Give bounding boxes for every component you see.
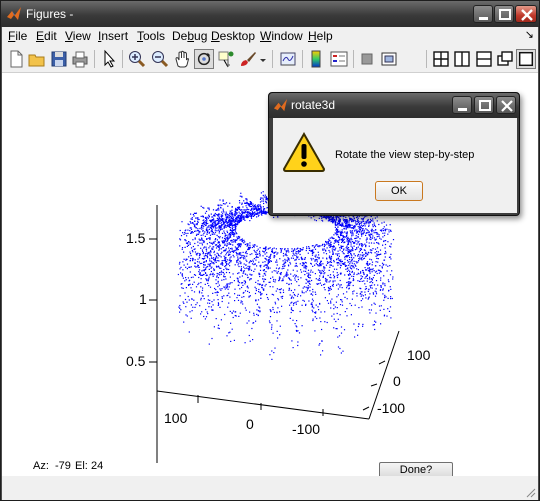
dialog-maximize-button[interactable] <box>474 96 494 114</box>
data-cursor-icon[interactable] <box>216 49 236 69</box>
rotate-3d-button[interactable] <box>194 49 214 69</box>
dialog-titlebar[interactable]: rotate3d <box>269 93 519 118</box>
brush-dropdown-icon[interactable] <box>258 49 268 69</box>
menu-file[interactable]: File <box>8 29 27 43</box>
close-button[interactable] <box>515 5 537 23</box>
menu-bar: File Edit View Insert Tools Debug Deskto… <box>2 27 538 45</box>
dialog-body: Rotate the view step-by-step OK <box>273 118 517 213</box>
hide-plot-tools-icon[interactable] <box>357 49 377 69</box>
menu-insert[interactable]: Insert <box>98 29 128 43</box>
y-tick-label: -100 <box>377 400 406 416</box>
figure-bottom-bar <box>2 476 538 500</box>
matlab-logo-icon <box>7 7 21 20</box>
minimize-icon <box>458 108 467 111</box>
menu-edit[interactable]: Edit <box>36 29 57 43</box>
warning-icon <box>282 132 326 172</box>
azimuth-value: -79 <box>55 460 71 472</box>
elevation-label: El: <box>75 460 88 472</box>
pan-hand-icon[interactable] <box>172 49 192 69</box>
elevation-value: 24 <box>91 460 104 472</box>
maximize-icon <box>499 9 511 20</box>
maximize-icon <box>479 100 491 111</box>
float-windows-icon[interactable] <box>495 49 515 69</box>
figure-toolbar <box>2 45 538 73</box>
x-tick-label: 100 <box>164 410 188 426</box>
y-tick-label: 100 <box>407 347 431 363</box>
toolbar-separator <box>122 50 123 68</box>
dock-icon <box>518 51 534 67</box>
legend-icon[interactable] <box>329 49 349 69</box>
toolbar-separator <box>426 50 427 68</box>
brush-icon[interactable] <box>238 49 258 69</box>
toolbar-separator <box>302 50 303 68</box>
save-icon[interactable] <box>49 49 69 69</box>
toolbar-separator <box>353 50 354 68</box>
open-file-icon[interactable] <box>27 49 47 69</box>
zoom-in-icon[interactable] <box>127 49 147 69</box>
z-tick-label: 0.5 <box>126 353 146 369</box>
edit-plot-arrow-icon[interactable] <box>99 49 119 69</box>
close-icon <box>521 9 533 21</box>
menu-debug[interactable]: Debug <box>172 29 207 43</box>
dialog-message: Rotate the view step-by-step <box>335 149 475 161</box>
minimize-button[interactable] <box>473 5 493 23</box>
close-icon <box>501 100 513 112</box>
menu-desktop[interactable]: Desktop <box>211 29 255 43</box>
dialog-title: rotate3d <box>291 98 336 112</box>
maximize-button[interactable] <box>494 5 514 23</box>
matlab-logo-icon <box>273 98 288 112</box>
x-tick-label: -100 <box>292 421 321 437</box>
toolbar-separator <box>272 50 273 68</box>
show-plot-tools-icon[interactable] <box>379 49 399 69</box>
zoom-out-icon[interactable] <box>150 49 170 69</box>
window-titlebar[interactable]: Figures - <box>1 1 539 27</box>
print-icon[interactable] <box>70 49 90 69</box>
menu-overflow-icon[interactable]: ↘ <box>525 28 534 41</box>
figures-window: Figures - File Edit View Insert Tools De… <box>0 0 540 501</box>
rotate-3d-icon <box>197 52 211 66</box>
x-tick-label: 0 <box>246 416 254 432</box>
split-horizontal-icon[interactable] <box>474 49 494 69</box>
dialog-close-button[interactable] <box>496 96 516 114</box>
link-plot-icon[interactable] <box>278 49 298 69</box>
menu-window[interactable]: Window <box>260 29 303 43</box>
menu-help[interactable]: Help <box>308 29 333 43</box>
colorbar-icon[interactable] <box>306 49 326 69</box>
y-tick-label: 0 <box>393 373 401 389</box>
ok-button[interactable]: OK <box>375 181 423 201</box>
menu-tools[interactable]: Tools <box>137 29 165 43</box>
menu-view[interactable]: View <box>65 29 91 43</box>
rotate3d-dialog: rotate3d Rotate the view step-by-step OK <box>268 92 520 216</box>
new-figure-icon[interactable] <box>6 49 26 69</box>
z-tick-label: 1 <box>139 291 147 307</box>
minimize-icon <box>479 17 488 20</box>
dialog-minimize-button[interactable] <box>452 96 472 114</box>
split-vertical-icon[interactable] <box>452 49 472 69</box>
azimuth-label: Az: <box>33 460 49 472</box>
z-tick-label: 1.5 <box>126 230 146 246</box>
tile-icon[interactable] <box>431 49 451 69</box>
window-title: Figures - <box>26 7 74 21</box>
resize-grip-icon[interactable] <box>526 488 536 498</box>
toolbar-separator <box>94 50 95 68</box>
dock-button[interactable] <box>516 49 536 69</box>
